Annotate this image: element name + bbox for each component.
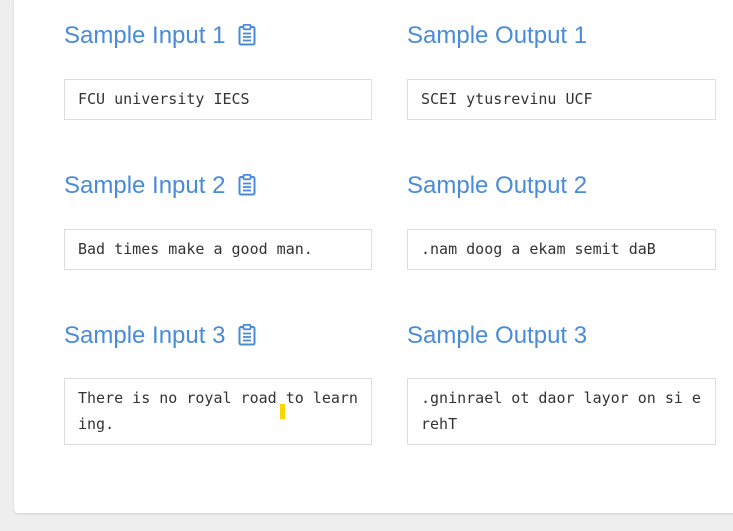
sample-output-2-label: Sample Output 2 [407, 172, 588, 199]
sample-output-1-box[interactable]: SCEI ytusrevinu UCF [407, 79, 716, 120]
sample-output-2-box[interactable]: .nam doog a ekam semit daB [407, 229, 716, 270]
text-cursor-highlight [280, 404, 285, 419]
sample-input-1-label: Sample Input 1 [64, 22, 226, 49]
sample-input-2-label: Sample Input 2 [64, 172, 226, 199]
sample-input-1-box[interactable]: FCU university IECS [64, 79, 372, 120]
sample-output-3-heading: Sample Output 3 [407, 321, 587, 351]
clipboard-icon[interactable] [238, 173, 256, 204]
sample-output-1-heading: Sample Output 1 [407, 21, 587, 51]
sample-output-3-box[interactable]: .gninrael ot daor layor on si erehT [407, 378, 716, 445]
sample-input-1-heading: Sample Input 1 [64, 21, 256, 54]
clipboard-icon[interactable] [238, 23, 256, 54]
sample-input-3-label: Sample Input 3 [64, 322, 226, 349]
sample-output-1-label: Sample Output 1 [407, 22, 588, 49]
sample-input-3-heading: Sample Input 3 [64, 321, 256, 354]
sample-input-2-box[interactable]: Bad times make a good man. [64, 229, 372, 270]
sample-input-2-heading: Sample Input 2 [64, 171, 256, 204]
sample-output-3-label: Sample Output 3 [407, 322, 588, 349]
clipboard-icon[interactable] [238, 323, 256, 354]
sample-output-2-heading: Sample Output 2 [407, 171, 587, 201]
sample-input-3-box[interactable]: There is no royal road to learning. [64, 378, 372, 445]
